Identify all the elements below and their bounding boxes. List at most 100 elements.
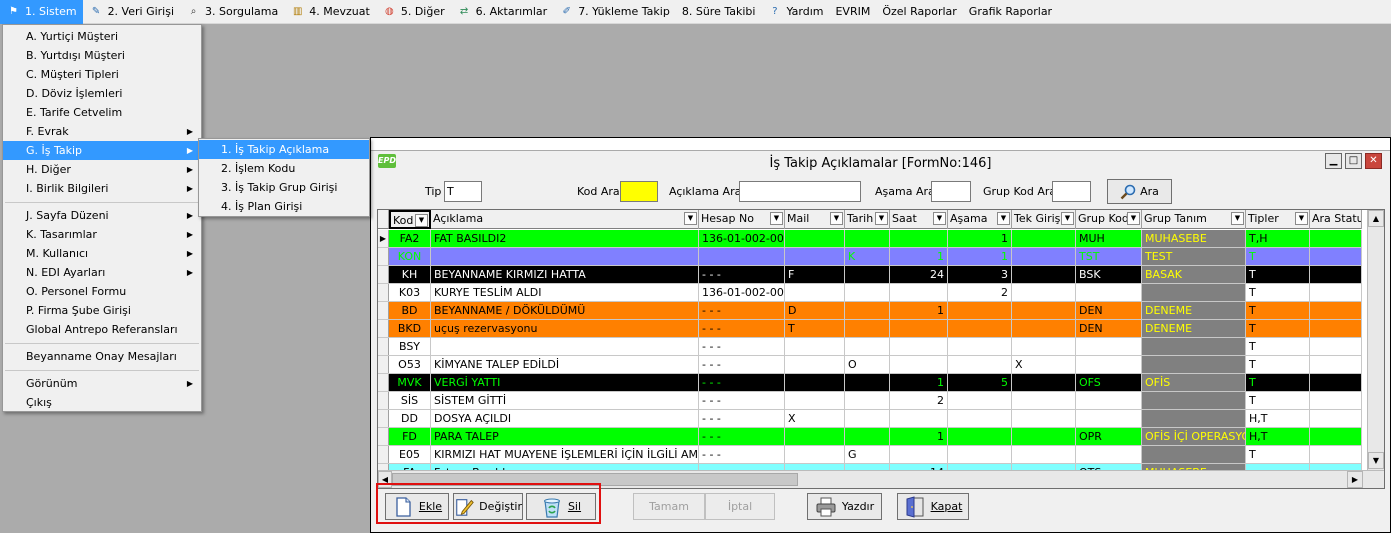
table-cell[interactable]: FD xyxy=(389,428,431,445)
sil-button[interactable]: Sil xyxy=(526,493,596,520)
table-cell[interactable]: - - - xyxy=(699,338,785,355)
table-cell[interactable]: OFİS xyxy=(1142,374,1246,391)
sistem-menu-item[interactable]: C. Müşteri Tipleri xyxy=(3,65,201,84)
table-cell[interactable] xyxy=(890,320,948,337)
table-cell[interactable]: PARA TALEP xyxy=(431,428,699,445)
sistem-menu-item[interactable]: F. Evrak ▶ xyxy=(3,122,201,141)
table-cell[interactable] xyxy=(1142,284,1246,301)
sistem-menu-item[interactable]: E. Tarife Cetvelim xyxy=(3,103,201,122)
table-cell[interactable] xyxy=(845,320,890,337)
column-header[interactable]: Açıklama ▼ xyxy=(431,210,699,229)
table-cell[interactable] xyxy=(1310,338,1362,355)
table-cell[interactable]: - - - xyxy=(699,428,785,445)
table-cell[interactable]: BASAK xyxy=(1142,266,1246,283)
is-takip-submenu-item[interactable]: 3. İş Takip Grup Girişi xyxy=(199,178,369,197)
column-filter-dropdown-icon[interactable]: ▼ xyxy=(770,212,783,225)
table-cell[interactable] xyxy=(890,284,948,301)
table-cell[interactable] xyxy=(1076,284,1142,301)
table-cell[interactable]: TEST xyxy=(1142,248,1246,265)
table-cell[interactable] xyxy=(845,410,890,427)
table-cell[interactable]: KİMYANE TALEP EDİLDİ xyxy=(431,356,699,373)
table-cell[interactable]: BKD xyxy=(389,320,431,337)
table-row[interactable]: K03 KURYE TESLİM ALDI 136-01-002-001 2 T xyxy=(378,284,1362,302)
table-cell[interactable]: FA2 xyxy=(389,230,431,247)
table-cell[interactable]: DEN xyxy=(1076,302,1142,319)
table-cell[interactable] xyxy=(785,230,845,247)
table-cell[interactable]: H,T xyxy=(1246,428,1310,445)
table-cell[interactable]: MUH xyxy=(1076,230,1142,247)
table-cell[interactable]: SİSTEM GİTTİ xyxy=(431,392,699,409)
table-cell[interactable] xyxy=(785,374,845,391)
sistem-menu-item[interactable]: Çıkış xyxy=(3,393,201,412)
table-cell[interactable] xyxy=(1142,446,1246,463)
table-cell[interactable] xyxy=(1142,392,1246,409)
column-header[interactable]: Ara Statu xyxy=(1310,210,1362,229)
table-cell[interactable] xyxy=(890,446,948,463)
table-cell[interactable] xyxy=(1310,428,1362,445)
table-cell[interactable]: H,T xyxy=(1246,410,1310,427)
table-cell[interactable]: FAT BASILDI2 xyxy=(431,230,699,247)
table-cell[interactable]: DENEME xyxy=(1142,320,1246,337)
table-cell[interactable]: 1 xyxy=(890,374,948,391)
table-cell[interactable] xyxy=(948,392,1012,409)
column-header[interactable]: Tek Giriş ▼ xyxy=(1012,210,1076,229)
table-cell[interactable]: 24 xyxy=(890,266,948,283)
column-header[interactable]: Hesap No ▼ xyxy=(699,210,785,229)
table-cell[interactable]: 1 xyxy=(890,248,948,265)
sistem-menu-item[interactable]: M. Kullanıcı ▶ xyxy=(3,244,201,263)
table-cell[interactable] xyxy=(1310,302,1362,319)
table-cell[interactable] xyxy=(785,392,845,409)
table-cell[interactable] xyxy=(948,356,1012,373)
table-cell[interactable] xyxy=(1012,230,1076,247)
menu-10[interactable]: EVRIM xyxy=(829,0,876,24)
table-cell[interactable]: 2 xyxy=(890,392,948,409)
table-cell[interactable] xyxy=(890,230,948,247)
table-cell[interactable] xyxy=(948,446,1012,463)
table-cell[interactable]: DENEME xyxy=(1142,302,1246,319)
table-cell[interactable]: D xyxy=(785,302,845,319)
table-cell[interactable] xyxy=(1012,428,1076,445)
column-header[interactable]: Tarih ▼ xyxy=(845,210,890,229)
close-button[interactable]: ✕ xyxy=(1365,153,1382,169)
scroll-right-button[interactable]: ▶ xyxy=(1347,471,1363,488)
table-cell[interactable] xyxy=(785,356,845,373)
table-cell[interactable]: T xyxy=(1246,302,1310,319)
sistem-menu-item[interactable]: B. Yurtdışı Müşteri xyxy=(3,46,201,65)
table-cell[interactable] xyxy=(948,338,1012,355)
menu-3[interactable]: ⌕ 3. Sorgulama xyxy=(180,0,284,24)
table-cell[interactable]: BEYANNAME / DÖKÜLDÜMÜ xyxy=(431,302,699,319)
table-cell[interactable] xyxy=(890,410,948,427)
table-row[interactable]: SİS SİSTEM GİTTİ - - - 2 T xyxy=(378,392,1362,410)
table-cell[interactable]: T xyxy=(1246,374,1310,391)
table-cell[interactable]: BEYANNAME KIRMIZI HATTA xyxy=(431,266,699,283)
table-cell[interactable] xyxy=(1076,392,1142,409)
table-cell[interactable] xyxy=(845,338,890,355)
table-cell[interactable] xyxy=(845,374,890,391)
table-cell[interactable] xyxy=(948,428,1012,445)
menu-8[interactable]: 8. Süre Takibi xyxy=(676,0,762,24)
table-cell[interactable] xyxy=(1310,284,1362,301)
table-cell[interactable]: X xyxy=(785,410,845,427)
table-cell[interactable] xyxy=(1310,320,1362,337)
table-row[interactable]: E05 KIRMIZI HAT MUAYENE İŞLEMLERİ İÇİN İL… xyxy=(378,446,1362,464)
table-cell[interactable] xyxy=(845,266,890,283)
table-cell[interactable]: SİS xyxy=(389,392,431,409)
table-cell[interactable] xyxy=(785,338,845,355)
minimize-button[interactable]: ▁ xyxy=(1325,153,1342,169)
table-cell[interactable] xyxy=(1012,284,1076,301)
menu-6[interactable]: ⇄ 6. Aktarımlar xyxy=(451,0,554,24)
table-cell[interactable]: - - - xyxy=(699,356,785,373)
sistem-menu-item[interactable]: N. EDI Ayarları ▶ xyxy=(3,263,201,282)
table-cell[interactable]: T xyxy=(1246,266,1310,283)
sistem-menu-item[interactable]: D. Döviz İşlemleri xyxy=(3,84,201,103)
kod-ara-input[interactable] xyxy=(620,181,658,202)
table-cell[interactable]: T xyxy=(1246,284,1310,301)
scroll-down-button[interactable]: ▼ xyxy=(1368,452,1384,469)
table-cell[interactable] xyxy=(1310,446,1362,463)
table-cell[interactable]: - - - xyxy=(699,266,785,283)
menu-1[interactable]: ⚑ 1. Sistem xyxy=(0,0,83,24)
degistir-button[interactable]: Değiştir xyxy=(453,493,523,520)
column-header[interactable]: Grup Kod ▼ xyxy=(1076,210,1142,229)
table-cell[interactable]: T xyxy=(1246,248,1310,265)
menu-12[interactable]: Grafik Raporlar xyxy=(963,0,1058,24)
